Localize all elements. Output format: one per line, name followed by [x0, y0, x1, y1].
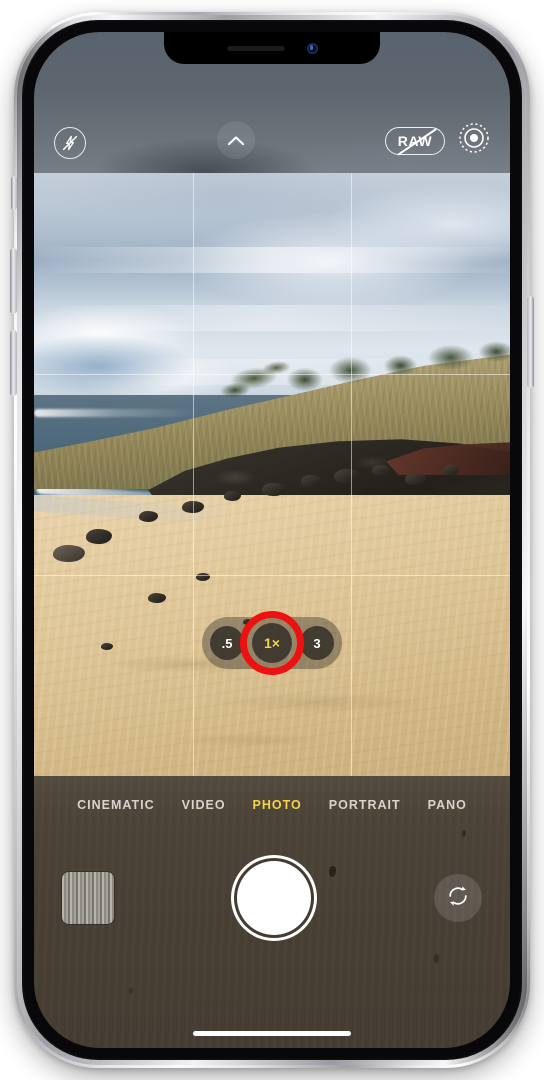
camera-flip-button[interactable]: [434, 874, 482, 922]
raw-off-icon: RAW: [385, 126, 445, 156]
mute-switch[interactable]: [11, 176, 17, 210]
grid-line-vertical: [192, 173, 194, 776]
phone-screen: RAW: [34, 32, 510, 1048]
earpiece-speaker: [226, 45, 285, 51]
shutter-button[interactable]: [237, 861, 311, 935]
scene-treeline: [281, 339, 510, 397]
grid-line-horizontal: [34, 373, 510, 375]
scene-lone-tree: [212, 346, 302, 404]
scene-stone: [138, 511, 158, 522]
zoom-option-0-5x[interactable]: .5: [210, 626, 244, 660]
scene-stone: [100, 643, 113, 650]
mode-pano[interactable]: PANO: [428, 798, 467, 812]
front-camera-icon: [306, 42, 318, 54]
grid-line-vertical: [351, 173, 353, 776]
volume-down-button[interactable]: [10, 330, 17, 396]
flash-off-icon: [54, 127, 86, 159]
side-button[interactable]: [527, 296, 534, 388]
live-photo-icon: [458, 122, 490, 159]
chevron-up-icon: [216, 121, 255, 159]
home-indicator[interactable]: [193, 1031, 351, 1036]
zoom-options-pill: .5 1× 3: [202, 611, 342, 675]
raw-toggle-button[interactable]: RAW: [385, 126, 445, 156]
camera-bottom-bar: CINEMATIC VIDEO PHOTO PORTRAIT PANO: [34, 776, 510, 1048]
grid-line-horizontal: [34, 574, 510, 576]
flash-button[interactable]: [54, 127, 86, 159]
camera-preview[interactable]: RAW: [34, 32, 510, 1048]
screenshot-stage: RAW: [0, 0, 544, 1080]
camera-mode-selector: CINEMATIC VIDEO PHOTO PORTRAIT PANO: [34, 798, 510, 812]
camera-flip-icon: [445, 883, 471, 914]
live-photo-button[interactable]: [458, 122, 490, 159]
camera-action-row: [34, 850, 510, 946]
more-controls-button[interactable]: [216, 121, 255, 159]
last-photo-thumbnail[interactable]: [62, 872, 114, 924]
mode-cinematic[interactable]: CINEMATIC: [77, 798, 155, 812]
mode-portrait[interactable]: PORTRAIT: [329, 798, 401, 812]
mode-photo[interactable]: PHOTO: [253, 798, 302, 812]
mode-video[interactable]: VIDEO: [182, 798, 226, 812]
scene-stone: [300, 475, 321, 487]
zoom-option-1x[interactable]: 1×: [252, 623, 292, 663]
volume-up-button[interactable]: [10, 248, 17, 314]
zoom-option-3x[interactable]: 3: [300, 626, 334, 660]
zoom-selector: .5 1× 3: [202, 611, 342, 675]
viewfinder-image[interactable]: [34, 173, 510, 776]
device-notch: [164, 32, 380, 64]
scene-stone: [333, 469, 360, 483]
